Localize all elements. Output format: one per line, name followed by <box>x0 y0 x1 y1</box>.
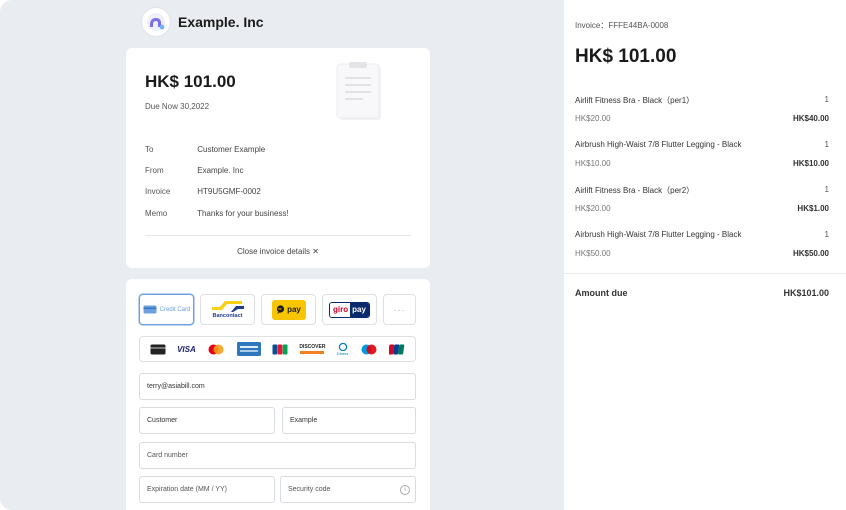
bancontact-logo: Bancontact <box>211 300 244 319</box>
unionpay-icon <box>389 344 405 354</box>
method-bancontact[interactable]: Bancontact <box>200 294 255 325</box>
brand-header: Example. Inc <box>141 7 264 37</box>
method-credit-card[interactable]: Credit Card <box>139 294 194 325</box>
method-giropay[interactable]: giro pay <box>322 294 377 325</box>
mastercard-icon <box>208 344 224 354</box>
card-number-placeholder: Card number <box>147 452 188 459</box>
diners-icon <box>338 342 347 351</box>
summary-invoice-id: Invoice：FFFE44BA-0008 <box>575 21 669 30</box>
line-item-unit-price: HK$20.00 <box>575 114 611 123</box>
order-summary-pane: Invoice：FFFE44BA-0008 HK$ 101.00 Airlift… <box>564 0 846 510</box>
line-item-name: Airbrush High-Waist 7/8 Flutter Legging … <box>575 230 742 239</box>
card-number-field[interactable]: Card number <box>139 442 416 469</box>
line-item: Airbrush High-Waist 7/8 Flutter Legging … <box>575 230 829 258</box>
visa-logo: VISA <box>177 344 196 354</box>
line-item-name: Airbrush High-Waist 7/8 Flutter Legging … <box>575 140 742 149</box>
line-item-name: Airlift Fitness Bra - Black（per2） <box>575 186 695 195</box>
detail-value: Example. Inc <box>197 166 244 175</box>
last-name-value: Example <box>290 417 318 424</box>
first-name-value: Customer <box>147 417 178 424</box>
giropay-logo: giro pay <box>329 301 370 318</box>
diners-label: Diners <box>336 350 349 356</box>
maestro-icon <box>361 344 377 354</box>
discover-label: DISCOVER <box>299 344 326 350</box>
brand-name: Example. Inc <box>178 14 264 30</box>
method-credit-card-label: Credit Card <box>159 306 191 313</box>
detail-label: Invoice <box>145 187 171 196</box>
generic-card-icon <box>150 344 166 354</box>
payment-pane: Example. Inc HK$ 101.00 Due Now 30,2022 … <box>0 0 564 510</box>
line-item-name: Airlift Fitness Bra - Black（per1） <box>575 96 695 105</box>
email-field[interactable]: terry@asiabill.com <box>139 373 416 400</box>
giropay-label-giro: giro <box>330 302 351 317</box>
detail-value: Thanks for your business! <box>197 209 289 218</box>
credit-card-icon <box>143 305 157 314</box>
detail-row-to: To Customer Example <box>145 145 265 154</box>
discover-stripe <box>300 351 325 354</box>
detail-label: To <box>145 145 154 154</box>
gpay-label: pay <box>287 305 301 314</box>
divider <box>564 273 846 274</box>
giropay-label-pay: pay <box>350 302 369 317</box>
checkout-window: Example. Inc HK$ 101.00 Due Now 30,2022 … <box>0 0 846 510</box>
line-item-unit-price: HK$20.00 <box>575 204 611 213</box>
email-value: terry@asiabill.com <box>147 383 205 390</box>
card-brands-row: VISA DISCOVER Diners <box>139 336 416 362</box>
expiry-field[interactable]: Expiration date (MM / YY) <box>139 476 275 503</box>
jcb-icon <box>272 344 288 354</box>
invoice-amount: HK$ 101.00 <box>145 72 236 91</box>
expiry-placeholder: Expiration date (MM / YY) <box>147 486 228 493</box>
diners-logo: Diners <box>336 342 349 356</box>
line-item: Airbrush High-Waist 7/8 Flutter Legging … <box>575 140 829 168</box>
line-item-qty: 1 <box>824 140 829 149</box>
close-invoice-details-link[interactable]: Close invoice details ✕ <box>126 247 430 256</box>
detail-label: Memo <box>145 209 168 218</box>
line-item-total: HK$40.00 <box>792 114 829 123</box>
invoice-due-date: Due Now 30,2022 <box>145 102 210 111</box>
invoice-card: HK$ 101.00 Due Now 30,2022 To Customer E… <box>126 48 430 268</box>
amex-icon <box>236 342 261 356</box>
method-gpay[interactable]: pay <box>261 294 316 325</box>
last-name-field[interactable]: Example <box>282 407 416 434</box>
line-item-unit-price: HK$10.00 <box>575 159 611 168</box>
line-item-total: HK$10.00 <box>792 159 829 168</box>
invoice-document-icon <box>336 62 386 122</box>
payment-form: Credit Card Bancontact pay giro pay ··· … <box>126 279 430 510</box>
method-more[interactable]: ··· <box>383 294 416 325</box>
more-icon: ··· <box>393 304 406 315</box>
detail-row-memo: Memo Thanks for your business! <box>145 209 289 218</box>
gpay-badge: pay <box>271 299 306 320</box>
amount-due-value: HK$101.00 <box>783 288 829 298</box>
bancontact-icon <box>211 300 244 312</box>
divider <box>145 235 411 236</box>
detail-row-invoice: Invoice HT9U5GMF-0002 <box>145 187 261 196</box>
line-item: Airlift Fitness Bra - Black（per1） 1 HK$2… <box>575 95 829 123</box>
line-item-total: HK$50.00 <box>792 249 829 258</box>
line-item-total: HK$1.00 <box>797 204 829 213</box>
detail-value: Customer Example <box>197 145 266 154</box>
line-item-qty: 1 <box>824 230 829 239</box>
line-item-qty: 1 <box>824 95 829 104</box>
line-item: Airlift Fitness Bra - Black（per2） 1 HK$2… <box>575 185 829 213</box>
line-item-unit-price: HK$50.00 <box>575 249 611 258</box>
security-code-field[interactable]: Security code i <box>280 476 416 503</box>
chat-bubble-icon <box>276 305 285 314</box>
amount-due-label: Amount due <box>575 288 628 298</box>
detail-label: From <box>145 166 164 175</box>
bancontact-label: Bancontact <box>212 312 243 319</box>
security-code-placeholder: Security code <box>288 486 331 493</box>
info-icon[interactable]: i <box>400 485 410 495</box>
summary-amount: HK$ 101.00 <box>575 46 677 67</box>
first-name-field[interactable]: Customer <box>139 407 275 434</box>
discover-logo: DISCOVER <box>299 344 325 354</box>
line-item-qty: 1 <box>824 185 829 194</box>
brand-logo-icon <box>141 7 171 37</box>
detail-row-from: From Example. Inc <box>145 166 243 175</box>
detail-value: HT9U5GMF-0002 <box>197 187 261 196</box>
